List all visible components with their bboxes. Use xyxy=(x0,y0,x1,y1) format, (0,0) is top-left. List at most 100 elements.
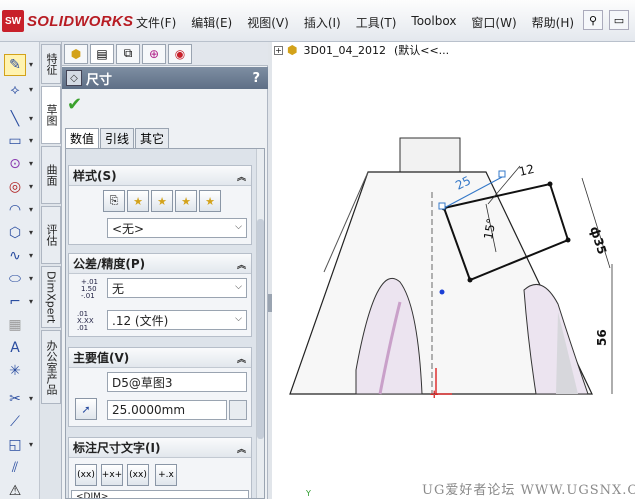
property-manager-tab-icon[interactable]: ▤ xyxy=(90,43,114,64)
menu-file[interactable]: 文件(F) xyxy=(136,14,176,31)
chevron-down-icon[interactable]: ▾ xyxy=(29,228,37,237)
panel-body: 样式(S) ︽ ⎘ ★ ★ ★ ★ <无> ⌵ 公差/精度(P) ︽ +.01 1.50… xyxy=(65,148,265,499)
tolerance-type-select[interactable]: 无 ⌵ xyxy=(107,278,247,298)
chevron-down-icon[interactable]: ▾ xyxy=(29,394,37,403)
parentheses-button[interactable]: (xx) xyxy=(75,464,97,486)
tab-value[interactable]: 数值 xyxy=(65,128,100,148)
sketch-point[interactable] xyxy=(547,181,553,187)
ok-button[interactable]: ✔ xyxy=(67,94,82,115)
smart-dimension-icon[interactable]: ⟡ xyxy=(4,79,26,101)
primary-value-header[interactable]: 主要值(V) ︽ xyxy=(69,348,251,368)
collapse-icon[interactable]: ︽ xyxy=(237,352,246,365)
menu-view[interactable]: 视图(V) xyxy=(247,14,289,31)
menu-insert[interactable]: 插入(I) xyxy=(304,14,341,31)
sketch-point[interactable] xyxy=(565,237,571,243)
trim-icon[interactable]: ✂ xyxy=(4,388,26,410)
chevron-down-icon[interactable]: ▾ xyxy=(29,440,37,449)
fillet-icon[interactable]: ⌐ xyxy=(4,291,26,313)
value-spin-box[interactable] xyxy=(229,400,247,420)
apply-style-icon[interactable]: ⎘ xyxy=(103,190,125,212)
plane-icon[interactable]: ▦ xyxy=(4,314,26,336)
dimxpert-manager-tab-icon[interactable]: ⊕ xyxy=(142,43,166,64)
tab-dimxpert[interactable]: DimXpert xyxy=(41,266,61,328)
tab-other[interactable]: 其它 xyxy=(135,128,170,148)
menu-toolbox[interactable]: Toolbox xyxy=(411,14,456,31)
dimension-name-field[interactable]: D5@草图3 xyxy=(107,372,247,392)
dimension-phi35[interactable]: ф35 xyxy=(587,225,609,257)
menu-edit[interactable]: 编辑(E) xyxy=(191,14,232,31)
text-icon[interactable]: A xyxy=(4,337,26,359)
chevron-down-icon[interactable]: ▾ xyxy=(29,136,37,145)
chevron-down-icon[interactable]: ▾ xyxy=(29,251,37,260)
menu-tools[interactable]: 工具(T) xyxy=(356,14,397,31)
tab-features[interactable]: 特征 xyxy=(41,44,61,84)
tab-surfaces[interactable]: 曲面 xyxy=(41,146,61,204)
graphics-area[interactable]: + ⬢ 3D01_04_2012 (默认<<... 25 12 15° ф35 xyxy=(272,42,635,499)
menu-window[interactable]: 窗口(W) xyxy=(471,14,516,31)
slot-icon[interactable]: ⊙ xyxy=(4,153,26,175)
chevron-down-icon[interactable]: ▾ xyxy=(29,159,37,168)
chevron-down-icon[interactable]: ▾ xyxy=(29,297,37,306)
model-view[interactable]: 25 12 15° ф35 56 ✛ Y xyxy=(272,42,635,499)
style-select[interactable]: <无> ⌵ xyxy=(107,218,247,238)
tab-sketch[interactable]: 草图 xyxy=(41,86,61,144)
extend-icon[interactable]: ⟋ xyxy=(4,411,26,433)
menu-help[interactable]: 帮助(H) xyxy=(532,14,574,31)
tab-office-products[interactable]: 办公室产品 xyxy=(41,330,61,404)
center-dimension-button[interactable]: +x+ xyxy=(101,464,123,486)
chevron-down-icon[interactable]: ▾ xyxy=(29,182,37,191)
configuration-manager-tab-icon[interactable]: ⧉ xyxy=(116,43,140,64)
reverse-direction-icon[interactable]: ➚ xyxy=(75,398,97,420)
style-group-header[interactable]: 样式(S) ︽ xyxy=(69,166,251,186)
panel-scrollbar[interactable] xyxy=(256,149,264,498)
pin-icon[interactable]: ⚲ xyxy=(583,10,603,30)
circle-icon[interactable]: ◎ xyxy=(4,176,26,198)
chevron-down-icon[interactable]: ▾ xyxy=(29,205,37,214)
mirror-icon[interactable]: ⫽ xyxy=(4,457,26,479)
top-cylinder xyxy=(399,137,461,173)
dimension-12[interactable]: 12 xyxy=(518,162,536,179)
solidworks-logo[interactable]: SW SOLIDWORKS xyxy=(2,8,133,34)
arc-icon[interactable]: ◠ xyxy=(4,199,26,221)
new-document-icon[interactable]: ▭ xyxy=(609,10,629,30)
dimension-text-header[interactable]: 标注尺寸文字(I) ︽ xyxy=(69,438,251,458)
chevron-down-icon[interactable]: ▾ xyxy=(29,274,37,283)
selected-point[interactable] xyxy=(439,289,445,295)
handle-point[interactable] xyxy=(498,170,506,178)
save-style-icon[interactable]: ★ xyxy=(175,190,197,212)
precision-select[interactable]: .12 (文件) ⌵ xyxy=(107,310,247,330)
add-style-icon[interactable]: ★ xyxy=(127,190,149,212)
display-manager-tab-icon[interactable]: ◉ xyxy=(168,43,192,64)
dimension-56[interactable]: 56 xyxy=(595,329,609,346)
collapse-icon[interactable]: ︽ xyxy=(237,170,246,183)
sketch-icon[interactable]: ✎ xyxy=(4,54,26,76)
help-button[interactable]: ? xyxy=(252,71,260,86)
point-icon[interactable]: ✳ xyxy=(4,360,26,382)
rectangle-icon[interactable]: ▭ xyxy=(4,130,26,152)
spline-icon[interactable]: ∿ xyxy=(4,245,26,267)
handle-point[interactable] xyxy=(438,202,446,210)
chevron-down-icon[interactable]: ▾ xyxy=(29,85,37,94)
dimension-text-field[interactable]: <DIM> xyxy=(71,490,249,498)
offset-text-button[interactable]: +.x xyxy=(155,464,177,486)
ellipse-icon[interactable]: ⬭ xyxy=(4,268,26,290)
collapse-icon[interactable]: ︽ xyxy=(237,258,246,271)
tab-evaluate[interactable]: 评估 xyxy=(41,206,61,264)
dimension-value-field[interactable]: 25.0000mm xyxy=(107,400,227,420)
tab-leaders[interactable]: 引线 xyxy=(100,128,135,148)
delete-style-icon[interactable]: ★ xyxy=(151,190,173,212)
sketch-point[interactable] xyxy=(467,277,473,283)
tolerance-group-header[interactable]: 公差/精度(P) ︽ xyxy=(69,254,251,274)
chevron-down-icon[interactable]: ▾ xyxy=(29,114,37,123)
load-style-icon[interactable]: ★ xyxy=(199,190,221,212)
panel-header: ◇ 尺寸 ? xyxy=(62,67,268,89)
inspection-dimension-button[interactable]: (xx) xyxy=(127,464,149,486)
collapse-icon[interactable]: ︽ xyxy=(237,442,246,455)
line-icon[interactable]: ╲ xyxy=(4,108,26,130)
polygon-icon[interactable]: ⬡ xyxy=(4,222,26,244)
scroll-thumb[interactable] xyxy=(257,219,264,439)
offset-icon[interactable]: ◱ xyxy=(4,434,26,456)
manager-tabs: ⬢ ▤ ⧉ ⊕ ◉ xyxy=(62,42,268,66)
chevron-down-icon[interactable]: ▾ xyxy=(29,60,37,69)
feature-manager-tab-icon[interactable]: ⬢ xyxy=(64,43,88,64)
